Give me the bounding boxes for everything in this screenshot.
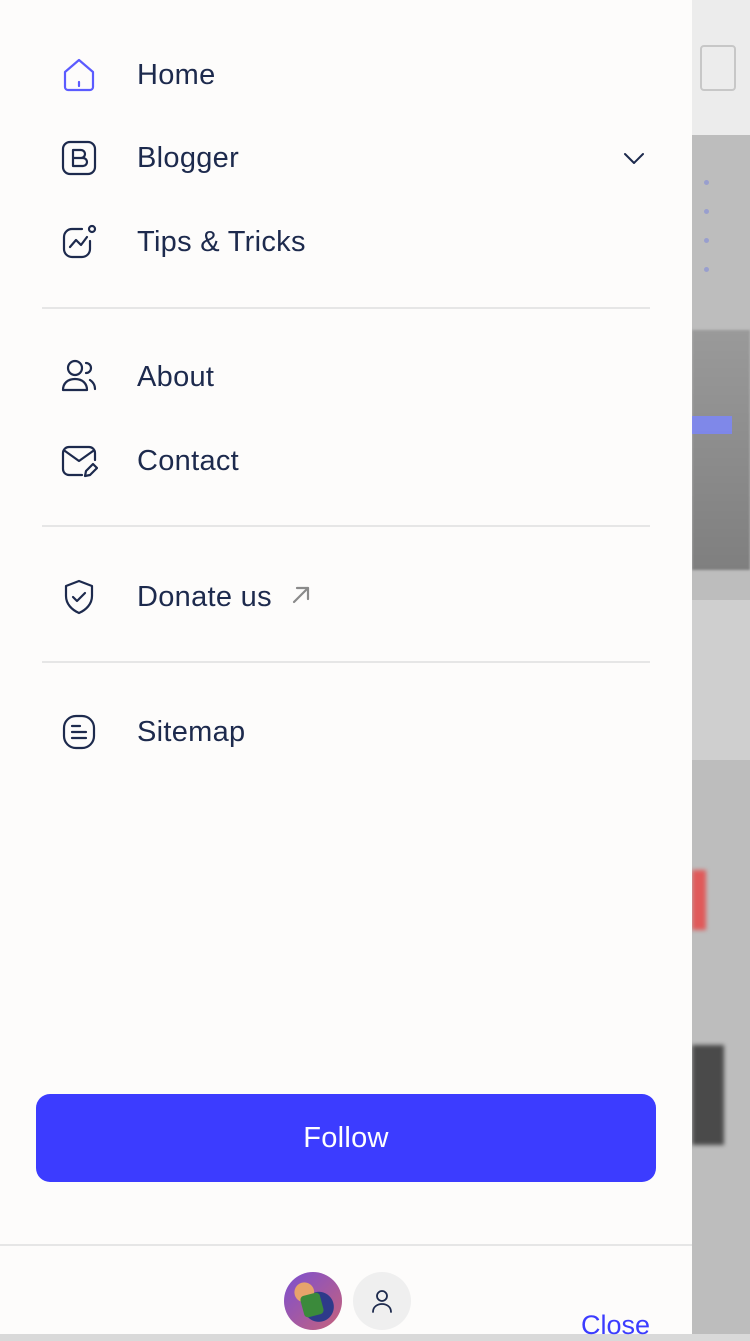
nav-item-donate[interactable]: Donate us (0, 562, 692, 632)
footer-divider (0, 1244, 692, 1246)
chevron-down-icon[interactable] (620, 144, 648, 172)
nav-label-about: About (137, 360, 215, 393)
background-tag (692, 416, 732, 434)
menu-divider (42, 661, 650, 663)
nav-item-tips-tricks[interactable]: Tips & Tricks (0, 207, 692, 277)
background-dots (704, 180, 709, 296)
menu-divider (42, 307, 650, 309)
close-link[interactable]: Close (581, 1310, 650, 1341)
background-dark-shape (692, 1045, 724, 1145)
menu-divider (42, 525, 650, 527)
background-card (692, 600, 750, 760)
external-link-icon (292, 586, 310, 604)
nav-label-blogger: Blogger (137, 141, 240, 174)
nav-item-blogger[interactable]: Blogger (0, 123, 692, 193)
nav-label-contact: Contact (137, 444, 240, 477)
nav-item-sitemap[interactable]: Sitemap (0, 697, 692, 767)
user-icon (372, 1290, 392, 1313)
user-profile-button[interactable] (353, 1272, 411, 1330)
avatar[interactable] (284, 1272, 342, 1330)
background-hero-image (692, 330, 750, 570)
nav-item-home[interactable]: Home (0, 40, 692, 110)
bookmark-icon (700, 45, 736, 91)
nav-item-contact[interactable]: Contact (0, 426, 692, 496)
background-red-shape (692, 870, 706, 930)
shield-check-icon (60, 578, 98, 616)
blogger-icon (60, 139, 98, 177)
users-icon (60, 358, 98, 396)
mail-edit-icon (60, 442, 98, 480)
nav-label-tips-tricks: Tips & Tricks (137, 225, 306, 258)
background-page (692, 0, 750, 1334)
trend-chart-icon (60, 223, 98, 261)
navigation-drawer: Home Blogger Tips & Tricks About Contact… (0, 0, 692, 1340)
follow-button[interactable]: Follow (36, 1094, 656, 1182)
nav-label-sitemap: Sitemap (137, 715, 246, 748)
nav-label-donate: Donate us (137, 580, 272, 613)
home-icon (60, 56, 98, 94)
document-list-icon (60, 713, 98, 751)
nav-label-home: Home (137, 58, 216, 91)
nav-item-about[interactable]: About (0, 342, 692, 412)
